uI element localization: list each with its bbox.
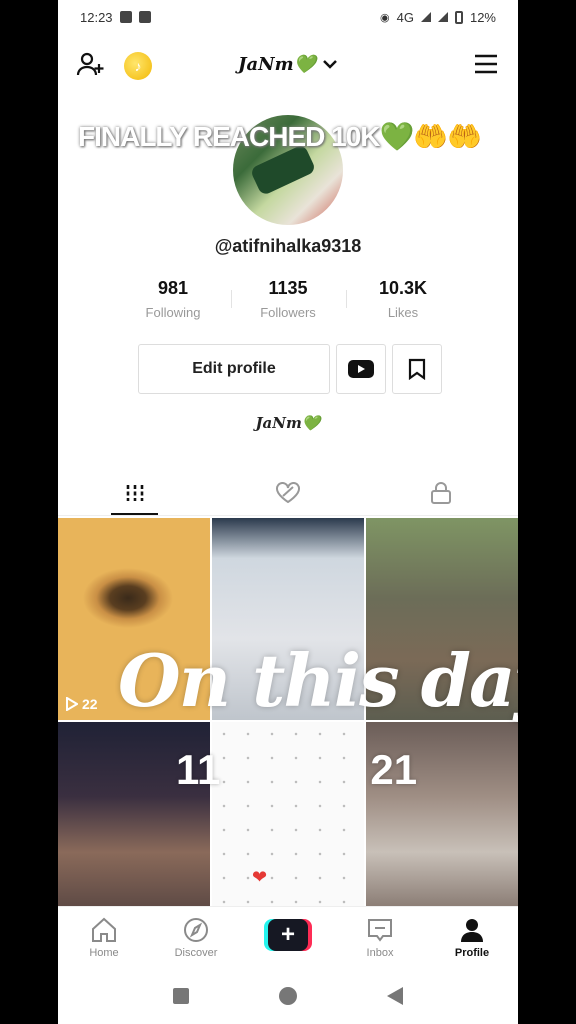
tab-videos[interactable]: [58, 470, 211, 515]
plus-icon: +: [268, 919, 308, 951]
stat-likes[interactable]: 10.3K Likes: [345, 278, 461, 320]
nav-inbox-label: Inbox: [366, 947, 394, 959]
profile-bio: JaNm💚: [255, 414, 321, 432]
green-heart-emoji: 💚: [379, 121, 415, 152]
clock: 12:23: [80, 9, 113, 25]
edit-profile-button[interactable]: Edit profile: [138, 344, 330, 394]
create-button[interactable]: +: [264, 919, 312, 951]
followers-count: 1135: [268, 278, 308, 298]
stat-followers[interactable]: 1135 Followers: [230, 278, 346, 320]
tab-private[interactable]: [365, 470, 518, 515]
nav-create[interactable]: +: [242, 907, 334, 968]
on-this-day-date: 11 21: [176, 746, 417, 794]
following-count: 981: [157, 278, 189, 298]
notification-icon-2: [138, 11, 151, 23]
play-icon: [66, 697, 78, 711]
status-bar: 12:23 ◉ 4G 12%: [58, 0, 518, 34]
lock-icon: [431, 481, 452, 504]
view-count: 22: [66, 696, 98, 712]
nav-profile[interactable]: Profile: [426, 907, 518, 968]
profile-stats: 981 Following 1135 Followers 10.3K Likes: [58, 278, 518, 320]
hotspot-icon: ◉: [380, 11, 390, 24]
liked-heart-icon: [275, 481, 300, 503]
hamburger-icon: [475, 54, 497, 74]
home-icon: [92, 917, 116, 942]
bottom-nav: Home Discover + Inbox Profile: [58, 906, 518, 968]
account-name: JaNm💚: [237, 53, 317, 75]
likes-count: 10.3K: [378, 278, 428, 298]
phone-screen: 12:23 ◉ 4G 12% ♪ JaNm💚 FINALLY REACHED 1…: [58, 0, 518, 1024]
username: @atifnihalka9318: [214, 236, 362, 256]
compass-icon: [184, 918, 208, 942]
profile-icon: [461, 919, 483, 942]
menu-button[interactable]: [474, 54, 498, 79]
likes-label: Likes: [387, 305, 419, 320]
banner-text: FINALLY REACHED 10K💚🤲🤲: [78, 120, 482, 153]
banner-caption: FINALLY REACHED 10K: [78, 121, 381, 152]
profile-actions: Edit profile: [138, 344, 442, 394]
system-nav-bar: [58, 968, 518, 1024]
recents-button[interactable]: [173, 988, 189, 1004]
coin-icon: ♪: [134, 58, 142, 74]
hands-emoji: 🤲🤲: [413, 121, 482, 152]
tab-liked[interactable]: [211, 470, 364, 515]
chevron-down-icon: [323, 60, 337, 69]
network-type: 4G: [396, 9, 414, 25]
inbox-icon: [368, 919, 392, 942]
signal-icon: [420, 12, 431, 22]
nav-inbox[interactable]: Inbox: [334, 907, 426, 968]
profile-header: ♪ JaNm💚: [58, 34, 518, 94]
following-label: Following: [145, 305, 201, 320]
stat-following[interactable]: 981 Following: [116, 278, 231, 320]
coin-button[interactable]: ♪: [124, 52, 152, 80]
date-part-right: 21: [370, 746, 418, 793]
on-this-day-title: On this day: [118, 638, 518, 723]
date-part-left: 11: [176, 746, 221, 793]
notification-icon: [119, 11, 132, 23]
battery-icon: [454, 10, 463, 24]
account-switcher[interactable]: JaNm💚: [238, 54, 338, 75]
favorites-button[interactable]: [392, 344, 442, 394]
bookmark-icon: [408, 358, 426, 380]
home-button[interactable]: [279, 987, 297, 1005]
nav-home-label: Home: [89, 947, 119, 959]
nav-discover[interactable]: Discover: [150, 907, 242, 968]
grid-icon: [126, 484, 143, 501]
nav-home[interactable]: Home: [58, 907, 150, 968]
add-user-icon: [76, 52, 104, 76]
battery-level: 12%: [469, 9, 496, 25]
back-button[interactable]: [387, 987, 403, 1005]
followers-label: Followers: [260, 305, 316, 320]
youtube-icon: [348, 360, 374, 378]
youtube-button[interactable]: [336, 344, 386, 394]
nav-profile-label: Profile: [454, 947, 490, 959]
view-count-value: 22: [82, 696, 98, 712]
content-tabs: [58, 470, 518, 516]
nav-discover-label: Discover: [174, 947, 218, 959]
signal-icon-2: [437, 12, 448, 22]
add-friend-button[interactable]: [76, 50, 106, 85]
heart-icon: ❤: [252, 867, 268, 887]
